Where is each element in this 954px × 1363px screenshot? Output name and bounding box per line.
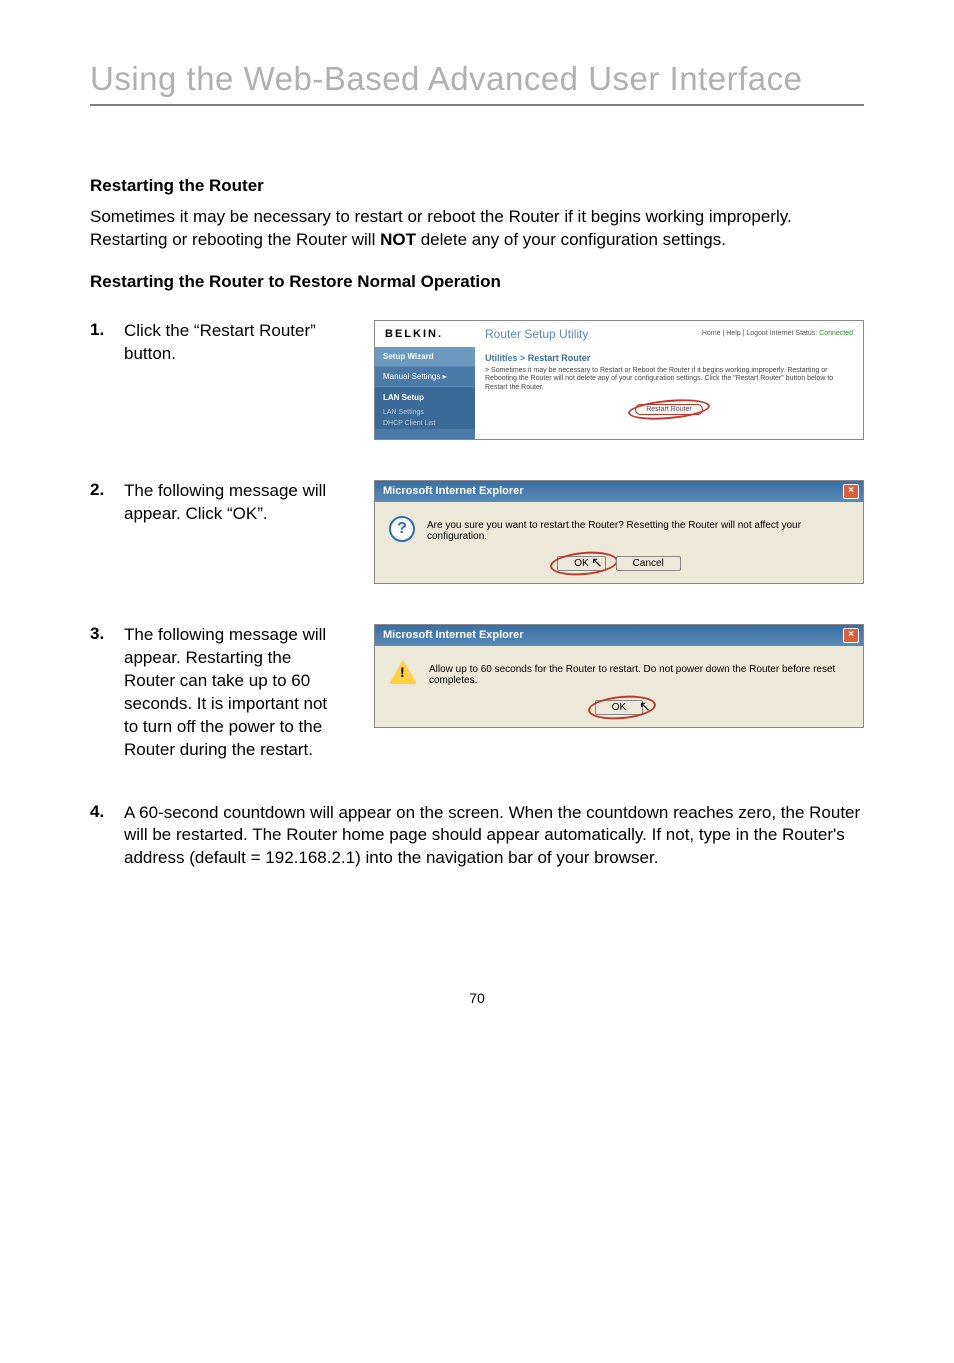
dialog-buttons: OK ↖ bbox=[389, 700, 849, 715]
step-1-number: 1. bbox=[90, 320, 124, 340]
top-links-prefix: Home | Help | Logout Internet Status: bbox=[702, 330, 819, 337]
dialog-message-row: Allow up to 60 seconds for the Router to… bbox=[389, 660, 849, 686]
cursor-icon: ↖ bbox=[639, 698, 651, 715]
restart-description: > Sometimes it may be necessary to Resta… bbox=[475, 367, 863, 400]
crumb-root: Utilities > bbox=[485, 353, 528, 363]
page-number: 70 bbox=[90, 990, 864, 1006]
step-4-text: A 60-second countdown will appear on the… bbox=[124, 802, 864, 871]
title-rule bbox=[90, 104, 864, 106]
sidebar-dhcp-list[interactable]: DHCP Client List bbox=[375, 418, 475, 429]
ok-button[interactable]: OK bbox=[595, 700, 643, 715]
step-1-text: Click the “Restart Router” button. bbox=[124, 320, 364, 366]
warning-icon bbox=[389, 660, 417, 684]
dialog-message-row: ? Are you sure you want to restart the R… bbox=[389, 516, 849, 542]
close-icon[interactable]: × bbox=[843, 484, 859, 499]
dialog-body: Allow up to 60 seconds for the Router to… bbox=[375, 646, 863, 727]
cursor-icon: ↖ bbox=[591, 554, 603, 571]
close-icon[interactable]: × bbox=[843, 628, 859, 643]
cancel-button[interactable]: Cancel bbox=[616, 556, 681, 571]
step-3-text: The following message will appear. Resta… bbox=[124, 624, 364, 762]
intro-paragraph: Sometimes it may be necessary to restart… bbox=[90, 206, 864, 252]
step-1-row: 1. Click the “Restart Router” button. BE… bbox=[90, 320, 864, 440]
dialog-titlebar: Microsoft Internet Explorer × bbox=[375, 625, 863, 646]
question-icon: ? bbox=[389, 516, 415, 542]
top-links: Home | Help | Logout Internet Status: Co… bbox=[702, 330, 853, 337]
dialog-body: ? Are you sure you want to restart the R… bbox=[375, 502, 863, 583]
dialog-title: Microsoft Internet Explorer bbox=[383, 485, 524, 497]
step-3-number: 3. bbox=[90, 624, 124, 644]
step-2-row: 2. The following message will appear. Cl… bbox=[90, 480, 864, 584]
sidebar-setup-wizard[interactable]: Setup Wizard bbox=[375, 347, 475, 366]
router-top-bar: BELKIN. Router Setup Utility Home | Help… bbox=[375, 321, 863, 347]
step-4-row: 4. A 60-second countdown will appear on … bbox=[90, 802, 864, 871]
step-3-row: 3. The following message will appear. Re… bbox=[90, 624, 864, 762]
page-title: Using the Web-Based Advanced User Interf… bbox=[90, 60, 864, 98]
dialog-buttons: OK Cancel ↖ bbox=[389, 556, 849, 571]
dialog-message: Are you sure you want to restart the Rou… bbox=[427, 516, 849, 542]
intro-part2: delete any of your configuration setting… bbox=[416, 230, 726, 249]
section-heading: Restarting the Router bbox=[90, 176, 864, 196]
utility-title: Router Setup Utility bbox=[485, 327, 702, 341]
router-body: Setup Wizard Manual Settings ▸ LAN Setup… bbox=[375, 347, 863, 439]
step-4-number: 4. bbox=[90, 802, 124, 822]
dialog-title: Microsoft Internet Explorer bbox=[383, 629, 524, 641]
restart-router-button[interactable]: Restart Router bbox=[635, 404, 703, 415]
dialog-message: Allow up to 60 seconds for the Router to… bbox=[429, 660, 849, 686]
dialog-restart-wait: Microsoft Internet Explorer × Allow up t… bbox=[374, 624, 864, 728]
dialog-titlebar: Microsoft Internet Explorer × bbox=[375, 481, 863, 502]
sidebar-lan-setup[interactable]: LAN Setup bbox=[375, 387, 475, 407]
crumb-leaf: Restart Router bbox=[528, 353, 591, 363]
sidebar-lan-settings[interactable]: LAN Settings bbox=[375, 407, 475, 418]
sidebar-manual-settings[interactable]: Manual Settings ▸ bbox=[375, 366, 475, 387]
belkin-logo: BELKIN. bbox=[385, 328, 485, 340]
router-content: Utilities > Restart Router > Sometimes i… bbox=[475, 347, 863, 439]
dialog-confirm-restart: Microsoft Internet Explorer × ? Are you … bbox=[374, 480, 864, 584]
status-connected: Connected bbox=[819, 330, 853, 337]
step-2-text: The following message will appear. Click… bbox=[124, 480, 364, 526]
breadcrumb: Utilities > Restart Router bbox=[475, 347, 863, 367]
router-utility-screenshot: BELKIN. Router Setup Utility Home | Help… bbox=[374, 320, 864, 440]
subheading: Restarting the Router to Restore Normal … bbox=[90, 272, 864, 292]
router-sidebar: Setup Wizard Manual Settings ▸ LAN Setup… bbox=[375, 347, 475, 439]
step-2-number: 2. bbox=[90, 480, 124, 500]
intro-bold: NOT bbox=[380, 230, 416, 249]
